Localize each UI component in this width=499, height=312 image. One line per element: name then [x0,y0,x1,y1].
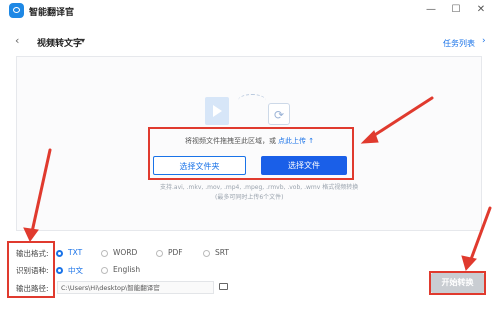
annotation-arrow-upload [368,96,434,140]
annotation-arrow-options [30,148,52,234]
annotation-arrows [23,96,492,272]
annotation-arrow-start [468,206,492,264]
annotation-arrowhead-start [461,255,477,272]
annotation-arrowhead-options [23,227,39,242]
